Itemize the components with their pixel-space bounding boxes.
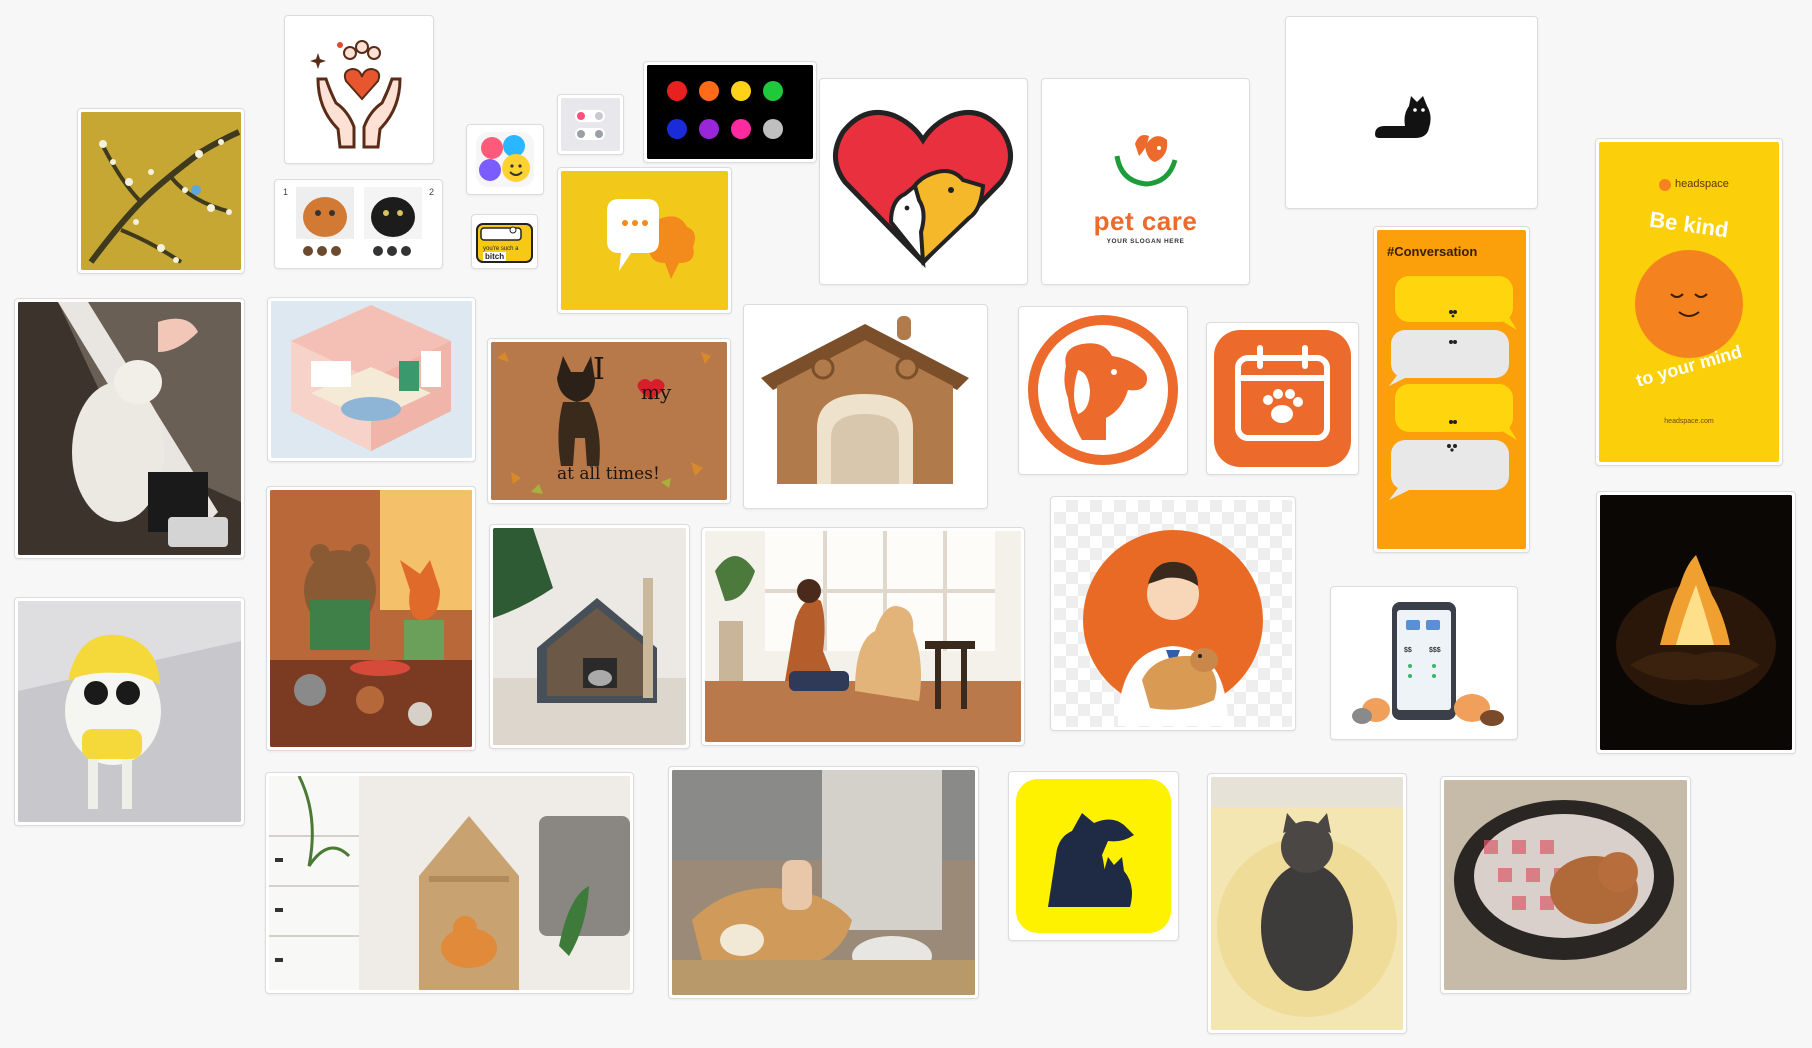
chihuahua-doormat: I my at all times! <box>491 342 727 500</box>
cat-on-pillow-photo <box>1211 777 1403 1030</box>
white-cat-photo <box>18 302 241 555</box>
moodboard-canvas: 1 2 you're such a bitch pet care YOUR SL… <box>0 0 1812 1048</box>
black-cat-icon <box>1289 20 1534 205</box>
bear-pet-house-photo <box>747 308 984 505</box>
headspace-line1: Be kind <box>1647 206 1731 243</box>
chat-bubble-logo <box>561 171 728 310</box>
orange-dog-circle-logo <box>1022 310 1184 471</box>
woodland-animals-illustration <box>270 490 472 747</box>
vet-holding-dog-illustration <box>1054 500 1292 727</box>
image-card-face-app[interactable] <box>466 124 544 195</box>
paw-heart-hands-icon <box>288 19 430 160</box>
image-card-headspace[interactable]: headspace Be kind to your mind headspace… <box>1595 138 1783 466</box>
headspace-poster: headspace Be kind to your mind headspace… <box>1599 142 1779 462</box>
image-card-cat-above[interactable] <box>1207 773 1407 1034</box>
image-card-cat-house[interactable] <box>489 524 690 749</box>
cat-sheet-right-number: 2 <box>428 187 434 197</box>
campfire-night-photo <box>1600 495 1792 750</box>
image-card-kitchen[interactable] <box>267 297 476 462</box>
cat-sheet-left-number: 1 <box>283 187 289 197</box>
woman-high-five-dog-photo <box>705 531 1021 742</box>
image-card-woodland[interactable] <box>266 486 476 751</box>
dog-cat-silhouette-app-icon <box>1012 775 1175 937</box>
image-card-dogcat-heart[interactable] <box>819 78 1028 285</box>
pet-care-title: pet care <box>1093 206 1198 236</box>
image-card-pet-care[interactable]: pet care YOUR SLOGAN HERE <box>1041 78 1250 285</box>
image-card-woman-dog[interactable] <box>701 527 1025 746</box>
headspace-url: headspace.com <box>1664 418 1714 425</box>
image-card-paw-hands[interactable] <box>284 15 434 164</box>
pet-care-logo: pet care YOUR SLOGAN HERE <box>1045 82 1246 281</box>
paw-calendar-app-icon <box>1210 326 1355 471</box>
doormat-text-times: at all times! <box>557 464 660 484</box>
image-card-dogcat-yellow[interactable] <box>1008 771 1179 941</box>
image-card-croc-sticker[interactable]: you're such a bitch <box>471 214 538 269</box>
isometric-kitchen-illustration <box>271 301 472 458</box>
image-card-blob-grid[interactable] <box>643 61 817 163</box>
croc-sticker-text2: bitch <box>483 252 507 261</box>
image-card-dog-logo[interactable] <box>1018 306 1188 475</box>
colored-blob-characters <box>647 65 813 159</box>
image-card-fire[interactable] <box>1596 491 1796 754</box>
toggle-switches-icon <box>561 98 620 151</box>
color-faces-app-icon <box>470 128 540 191</box>
image-card-petted-cat[interactable] <box>14 298 245 559</box>
image-card-dog-rug[interactable] <box>668 766 979 999</box>
image-card-dog-sunglasses[interactable] <box>14 597 245 826</box>
image-card-van-gogh[interactable] <box>77 108 245 274</box>
modern-cat-house-photo <box>493 528 686 745</box>
dog-being-petted-photo <box>672 770 975 995</box>
image-card-doormat[interactable]: I my at all times! <box>487 338 731 504</box>
doormat-text-my: my <box>641 380 672 404</box>
dog-sunglasses-photo <box>18 601 241 822</box>
image-card-chat-logo[interactable] <box>557 167 732 314</box>
image-card-vet[interactable] <box>1050 496 1296 731</box>
cat-cardboard-house-photo <box>269 776 630 990</box>
image-card-dog-bed[interactable] <box>1440 776 1691 994</box>
cat-breeds-sheet: 1 2 <box>278 183 439 265</box>
image-card-black-cat[interactable] <box>1285 16 1538 209</box>
headspace-logo-icon <box>1659 179 1671 191</box>
image-card-cardboard-house[interactable] <box>265 772 634 994</box>
conversation-poster: #Conversation <box>1377 230 1526 549</box>
image-card-pet-app[interactable]: $$ $$$ <box>1330 586 1518 740</box>
dog-cat-heart-logo <box>823 82 1024 281</box>
pet-care-slogan: YOUR SLOGAN HERE <box>1106 238 1185 245</box>
image-card-cat-sheet[interactable]: 1 2 <box>274 179 443 269</box>
pet-app-price2: $$$ <box>1429 647 1441 654</box>
image-card-calendar-app[interactable] <box>1206 322 1359 475</box>
pet-app-phone-illustration: $$ $$$ <box>1334 590 1514 736</box>
crocodile-sticker: you're such a bitch <box>475 218 534 265</box>
dog-in-round-bed-photo <box>1444 780 1687 990</box>
headspace-brand: headspace <box>1675 178 1729 190</box>
image-card-bear-house[interactable] <box>743 304 988 509</box>
pet-app-price1: $$ <box>1404 647 1412 654</box>
image-card-toggles[interactable] <box>557 94 624 155</box>
doormat-text-i: I <box>593 352 605 387</box>
almond-blossom-painting <box>81 112 241 270</box>
image-card-conversation[interactable]: #Conversation <box>1373 226 1530 553</box>
